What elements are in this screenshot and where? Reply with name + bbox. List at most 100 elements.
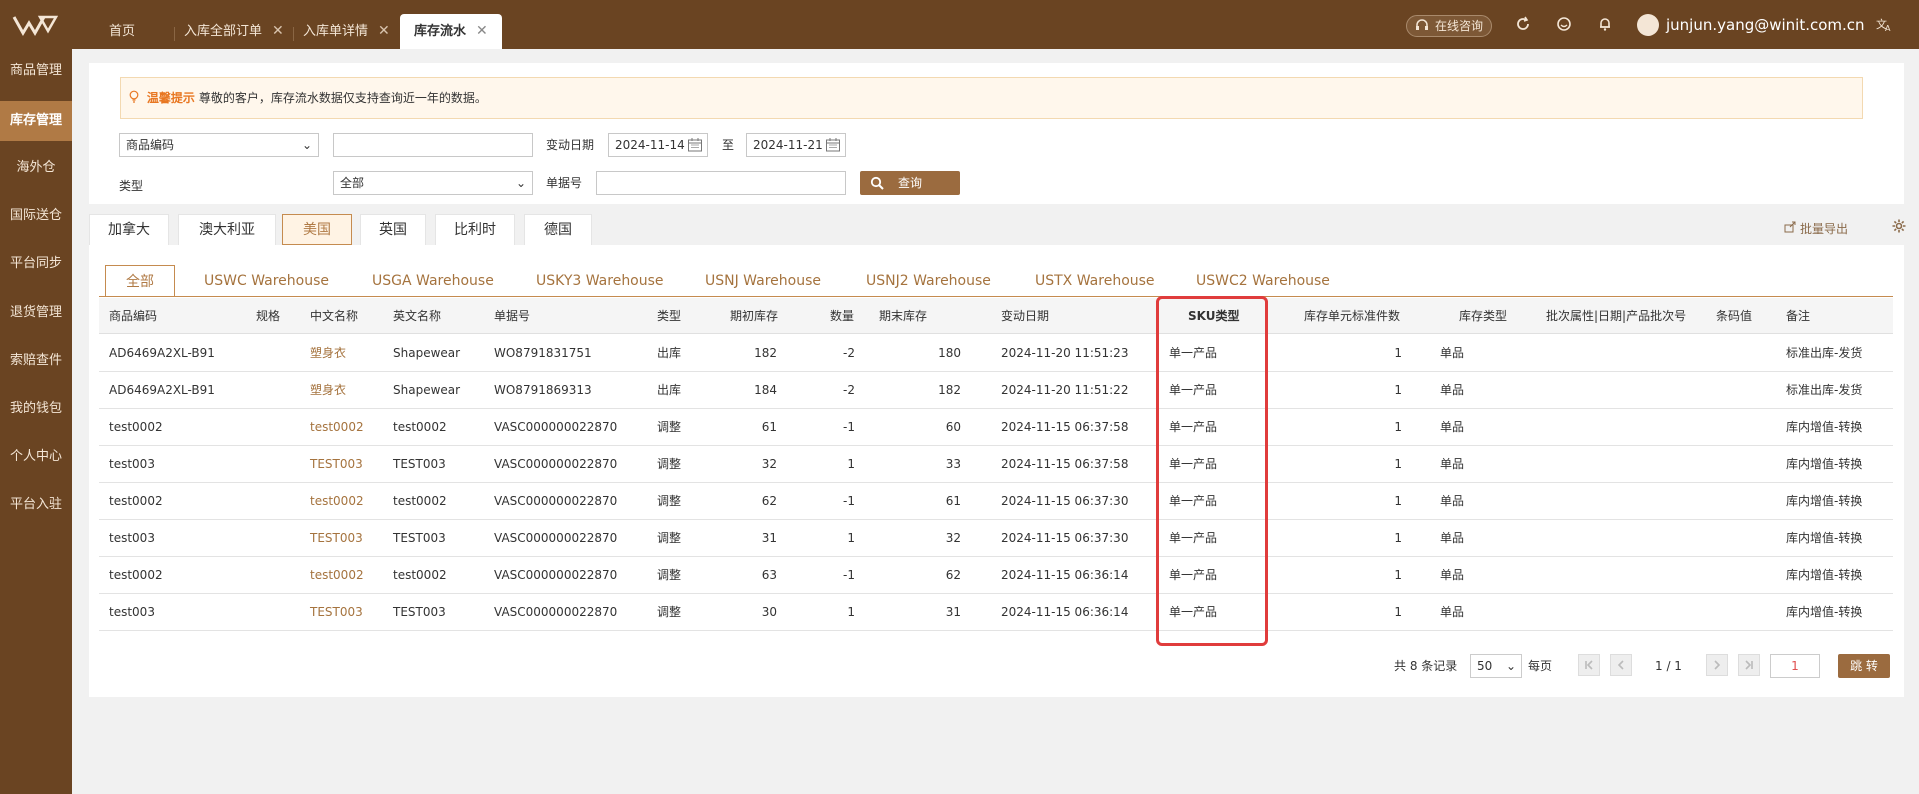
table-row[interactable]: AD6469A2XL-B91 塑身衣 Shapewear WO8791831751 出库… — [99, 335, 1893, 372]
cell-unit-std: 1 — [1394, 420, 1402, 434]
smile-icon[interactable] — [1554, 14, 1574, 34]
cell-en-name: TEST003 — [393, 605, 446, 619]
last-page-button[interactable] — [1738, 654, 1760, 676]
cell-remark: 库内增值-转换 — [1786, 494, 1863, 508]
lightbulb-icon — [129, 90, 139, 103]
cell-date: 2024-11-15 06:37:58 — [1001, 457, 1129, 471]
doc-no-label: 单据号 — [546, 176, 583, 190]
cell-remark: 库内增值-转换 — [1786, 531, 1863, 545]
calendar-icon[interactable] — [687, 137, 703, 153]
table-row[interactable]: test0002 test0002 test0002 VASC000000022870… — [99, 557, 1893, 594]
tab-warehouse-usga[interactable]: USGA Warehouse — [372, 265, 494, 297]
tab-inbound-detail[interactable]: 入库单详情 ✕ — [303, 14, 390, 49]
sidebar-item-profile[interactable]: 个人中心 — [0, 437, 72, 477]
refresh-icon[interactable] — [1513, 14, 1533, 34]
header-cn-name: 中文名称 — [310, 309, 359, 323]
type-select[interactable]: 全部 ⌄ — [333, 171, 533, 195]
online-consult-button[interactable]: 在线咨询 — [1406, 15, 1492, 37]
cell-close-stock: 182 — [938, 383, 961, 397]
tab-inbound-orders[interactable]: 入库全部订单 ✕ — [184, 14, 284, 49]
sidebar-item-products[interactable]: 商品管理 — [0, 51, 72, 91]
chevron-down-icon: ⌄ — [515, 176, 526, 190]
table-row[interactable]: test003 TEST003 TEST003 VASC000000022870 调整 3… — [99, 446, 1893, 483]
tab-warehouse-all[interactable]: 全部 — [105, 265, 175, 297]
cell-cn-name[interactable]: TEST003 — [310, 520, 363, 557]
cell-cn-name[interactable]: 塑身衣 — [310, 372, 346, 409]
tab-home[interactable]: 首页 — [109, 14, 135, 49]
gear-icon[interactable] — [1892, 219, 1906, 233]
cell-qty: 1 — [847, 531, 855, 545]
cell-cn-name[interactable]: test0002 — [310, 557, 364, 594]
table-row[interactable]: test003 TEST003 TEST003 VASC000000022870 调整 3… — [99, 594, 1893, 631]
avatar[interactable] — [1637, 14, 1659, 36]
table-row[interactable]: test0002 test0002 test0002 VASC000000022870… — [99, 409, 1893, 446]
batch-export-button[interactable]: 批量导出 — [1784, 220, 1848, 237]
goto-page-input[interactable]: 1 — [1770, 654, 1820, 678]
close-icon[interactable]: ✕ — [272, 23, 284, 39]
sidebar-item-claims[interactable]: 索赔查件 — [0, 341, 72, 381]
tab-warehouse-uswc[interactable]: USWC Warehouse — [204, 265, 329, 297]
date-from-input[interactable]: 2024-11-14 — [608, 133, 708, 157]
cell-stock-type: 单品 — [1440, 531, 1465, 545]
header-qty: 数量 — [830, 309, 855, 323]
bell-icon[interactable] — [1595, 14, 1615, 34]
sidebar-item-platform-onboard[interactable]: 平台入驻 — [0, 485, 72, 525]
tab-warehouse-usnj[interactable]: USNJ Warehouse — [705, 265, 821, 297]
cell-type: 调整 — [657, 420, 682, 434]
cell-open-stock: 32 — [761, 457, 777, 471]
calendar-icon[interactable] — [825, 137, 841, 153]
prev-page-button[interactable] — [1610, 654, 1632, 676]
date-label: 变动日期 — [546, 138, 595, 152]
sidebar-item-returns[interactable]: 退货管理 — [0, 293, 72, 333]
code-input[interactable] — [333, 133, 533, 157]
cell-unit-std: 1 — [1394, 568, 1402, 582]
tab-country-belgium[interactable]: 比利时 — [435, 214, 515, 245]
sidebar-item-inventory[interactable]: 库存管理 — [0, 101, 72, 141]
cell-stock-type: 单品 — [1440, 605, 1465, 619]
tab-inventory-flow[interactable]: 库存流水 ✕ — [400, 14, 502, 49]
cell-remark: 库内增值-转换 — [1786, 568, 1863, 582]
sidebar-item-intl-delivery[interactable]: 国际送仓 — [0, 196, 72, 236]
cell-cn-name[interactable]: 塑身衣 — [310, 335, 346, 372]
date-to-input[interactable]: 2024-11-21 — [746, 133, 846, 157]
language-icon[interactable]: 文A — [1874, 14, 1894, 34]
close-icon[interactable]: ✕ — [378, 23, 390, 39]
sidebar: 商品管理 库存管理 海外仓 国际送仓 平台同步 退货管理 索赔查件 我的钱包 个… — [0, 49, 72, 794]
jump-button[interactable]: 跳 转 — [1838, 654, 1890, 678]
query-button[interactable]: 查询 — [860, 171, 960, 195]
user-email[interactable]: junjun.yang@winit.com.cn — [1666, 14, 1865, 36]
tab-country-germany[interactable]: 德国 — [524, 214, 592, 245]
tab-country-uk[interactable]: 英国 — [360, 214, 426, 245]
tab-country-australia[interactable]: 澳大利亚 — [178, 214, 276, 245]
table-row[interactable]: test003 TEST003 TEST003 VASC000000022870 调整 3… — [99, 520, 1893, 557]
first-page-button[interactable] — [1578, 654, 1600, 676]
tab-warehouse-usky3[interactable]: USKY3 Warehouse — [536, 265, 664, 297]
close-icon[interactable]: ✕ — [476, 23, 488, 39]
cell-unit-std: 1 — [1394, 605, 1402, 619]
table-row[interactable]: AD6469A2XL-B91 塑身衣 Shapewear WO8791869313 出库… — [99, 372, 1893, 409]
cell-date: 2024-11-20 11:51:23 — [1001, 346, 1129, 360]
tab-warehouse-ustx[interactable]: USTX Warehouse — [1035, 265, 1155, 297]
sidebar-item-platform-sync[interactable]: 平台同步 — [0, 244, 72, 284]
cell-open-stock: 62 — [761, 494, 777, 508]
doc-no-input[interactable] — [596, 171, 846, 195]
next-page-button[interactable] — [1706, 654, 1728, 676]
tab-warehouse-uswc2[interactable]: USWC2 Warehouse — [1196, 265, 1330, 297]
cell-en-name: Shapewear — [393, 383, 461, 397]
header-en-name: 英文名称 — [393, 309, 442, 323]
tab-country-usa[interactable]: 美国 — [282, 214, 352, 245]
code-type-select[interactable]: 商品编码 ⌄ — [119, 133, 319, 157]
sidebar-item-overseas-warehouse[interactable]: 海外仓 — [0, 148, 72, 188]
cell-cn-name[interactable]: TEST003 — [310, 594, 363, 631]
cell-open-stock: 182 — [754, 346, 777, 360]
sidebar-item-wallet[interactable]: 我的钱包 — [0, 389, 72, 429]
tab-country-canada[interactable]: 加拿大 — [89, 214, 169, 245]
page-size-select[interactable]: 50 ⌄ — [1470, 654, 1522, 678]
cell-cn-name[interactable]: test0002 — [310, 409, 364, 446]
table-row[interactable]: test0002 test0002 test0002 VASC000000022870… — [99, 483, 1893, 520]
header-spec: 规格 — [256, 309, 281, 323]
header-unit-std: 库存单元标准件数 — [1304, 309, 1401, 323]
cell-cn-name[interactable]: test0002 — [310, 483, 364, 520]
tab-warehouse-usnj2[interactable]: USNJ2 Warehouse — [866, 265, 991, 297]
cell-cn-name[interactable]: TEST003 — [310, 446, 363, 483]
